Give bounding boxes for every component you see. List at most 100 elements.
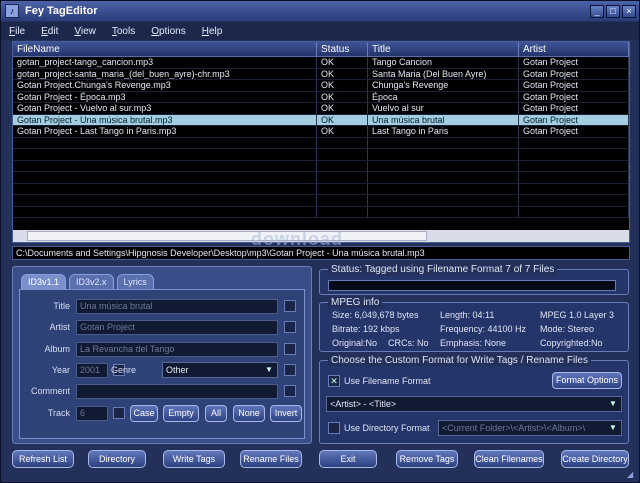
filename-format-value: <Artist> - <Title>	[330, 399, 397, 409]
artist-field[interactable]: Gotan Project	[76, 320, 278, 335]
cell-title: Last Tango in Paris	[368, 126, 519, 137]
mpeg-emphasis: Emphasis: None	[440, 338, 507, 348]
all-button[interactable]: All	[205, 405, 227, 422]
remove-tags-button[interactable]: Remove Tags	[396, 450, 458, 468]
empty-row	[13, 172, 629, 184]
create-directory-button[interactable]: Create Directory	[561, 450, 629, 468]
directory-button[interactable]: Directory	[88, 450, 146, 468]
tab-lyrics[interactable]: Lyrics	[116, 274, 154, 290]
album-field[interactable]: La Revancha del Tango	[76, 342, 278, 357]
track-label: Track	[47, 408, 70, 418]
cell-title: Chunga's Revenge	[368, 80, 519, 91]
write-tags-button[interactable]: Write Tags	[163, 450, 225, 468]
empty-row	[13, 149, 629, 161]
title-checkbox[interactable]	[284, 300, 296, 312]
custom-format-group: Choose the Custom Format for Write Tags …	[319, 355, 629, 444]
none-button[interactable]: None	[233, 405, 265, 422]
directory-format-value: <Current Folder>\<Artist>\<Album>\	[442, 423, 586, 433]
cell-artist: Gotan Project	[519, 91, 629, 102]
cell-filename: Gotan Project - Época.mp3	[13, 91, 317, 102]
cell-title: Una música brutal	[368, 114, 519, 125]
menu-tools[interactable]: Tools	[104, 26, 143, 37]
refresh-list-button[interactable]: Refresh List	[12, 450, 74, 468]
menu-edit[interactable]: Edit	[33, 26, 66, 37]
comment-checkbox[interactable]	[284, 385, 296, 397]
column-filename[interactable]: FileName	[13, 42, 317, 56]
table-row[interactable]: Gotan Project - Vuelvo al sur.mp3 OK Vuelv…	[13, 103, 629, 115]
table-row[interactable]: Gotan Project - Una música brutal.mp3 OK U…	[13, 114, 629, 126]
mpeg-size: Size: 6,049,678 bytes	[332, 310, 419, 320]
tab-id3v1[interactable]: ID3v1.1	[21, 274, 67, 290]
minimize-button[interactable]: _	[590, 4, 604, 18]
mpeg-version: MPEG 1.0 Layer 3	[540, 310, 615, 320]
column-title[interactable]: Title	[368, 42, 519, 56]
title-field[interactable]: Una música brutal	[76, 299, 278, 314]
genre-checkbox[interactable]	[284, 364, 296, 376]
id3v1-fields: Title Una música brutal Artist Gotan Pro…	[19, 289, 305, 439]
table-row[interactable]: gotan_project-tango_cancion.mp3 OK Tango C…	[13, 57, 629, 69]
cell-filename: Gotan Project - Vuelvo al sur.mp3	[13, 103, 317, 114]
menu-file[interactable]: File	[1, 26, 33, 37]
status-text: Status: Tagged using Filename Format 7 o…	[328, 264, 558, 275]
status-group: Status: Tagged using Filename Format 7 o…	[319, 264, 629, 295]
cell-artist: Gotan Project	[519, 114, 629, 125]
mpeg-info-title: MPEG info	[328, 297, 383, 308]
empty-row	[13, 137, 629, 149]
resize-grip-icon[interactable]: ◢	[627, 470, 637, 480]
menu-options[interactable]: Options	[143, 26, 193, 37]
mpeg-bitrate: Bitrate: 192 kbps	[332, 324, 400, 334]
comment-field[interactable]	[76, 384, 278, 399]
artist-checkbox[interactable]	[284, 321, 296, 333]
cell-artist: Gotan Project	[519, 103, 629, 114]
cell-filename: gotan_project-santa_maria_(del_buen_ayre…	[13, 68, 317, 79]
mpeg-original: Original:No	[332, 338, 378, 348]
column-status[interactable]: Status	[317, 42, 368, 56]
use-directory-label: Use Directory Format	[344, 423, 430, 433]
file-path-bar: C:\Documents and Settings\Hipgnosis Deve…	[12, 246, 630, 260]
chevron-down-icon: ▼	[609, 423, 617, 432]
genre-value: Other	[166, 365, 189, 375]
rename-files-button[interactable]: Rename Files	[240, 450, 302, 468]
close-button[interactable]: ×	[622, 4, 636, 18]
empty-row	[13, 206, 629, 218]
table-row[interactable]: Gotan Project.Chunga's Revenge.mp3 OK Chun…	[13, 80, 629, 92]
scrollbar-thumb[interactable]	[27, 231, 427, 241]
cell-title: Santa Maria (Del Buen Ayre)	[368, 68, 519, 79]
filename-format-dropdown[interactable]: <Artist> - <Title> ▼	[326, 396, 622, 412]
use-directory-checkbox[interactable]	[328, 422, 340, 434]
list-header: FileName Status Title Artist	[13, 42, 629, 57]
album-checkbox[interactable]	[284, 343, 296, 355]
empty-button[interactable]: Empty	[163, 405, 199, 422]
directory-format-dropdown[interactable]: <Current Folder>\<Artist>\<Album>\ ▼	[438, 420, 622, 436]
menu-view[interactable]: View	[66, 26, 104, 37]
table-row[interactable]: Gotan Project - Last Tango in Paris.mp3 O…	[13, 126, 629, 138]
track-checkbox[interactable]	[113, 407, 125, 419]
use-filename-checkbox[interactable]: ✕	[328, 375, 340, 387]
column-artist[interactable]: Artist	[519, 42, 629, 56]
cell-status: OK	[317, 114, 368, 125]
track-field[interactable]: 6	[76, 406, 108, 421]
album-label: Album	[44, 344, 70, 354]
cell-artist: Gotan Project	[519, 80, 629, 91]
mpeg-frequency: Frequency: 44100 Hz	[440, 324, 527, 334]
maximize-button[interactable]: □	[606, 4, 620, 18]
clean-filenames-button[interactable]: Clean Filenames	[474, 450, 544, 468]
tab-id3v2[interactable]: ID3v2.x	[69, 274, 114, 290]
app-icon: ♪	[5, 4, 19, 18]
mpeg-crcs: CRCs: No	[388, 338, 429, 348]
tag-panel: ID3v1.1 ID3v2.x Lyrics Title Una música …	[12, 266, 312, 444]
menu-help[interactable]: Help	[194, 26, 231, 37]
table-row[interactable]: gotan_project-santa_maria_(del_buen_ayre…	[13, 68, 629, 80]
genre-dropdown[interactable]: Other ▼	[162, 362, 278, 378]
cell-filename: Gotan Project - Una música brutal.mp3	[13, 114, 317, 125]
file-list[interactable]: FileName Status Title Artist gotan_proje…	[12, 41, 630, 243]
case-button[interactable]: Case	[130, 405, 158, 422]
invert-button[interactable]: Invert	[270, 405, 302, 422]
table-row[interactable]: Gotan Project - Época.mp3 OK Época Gotan Pr…	[13, 91, 629, 103]
custom-format-title: Choose the Custom Format for Write Tags …	[328, 355, 591, 366]
cell-artist: Gotan Project	[519, 68, 629, 79]
title-bar[interactable]: ♪ Fey TagEditor _ □ ×	[1, 1, 639, 21]
window-title: Fey TagEditor	[25, 5, 98, 17]
format-options-button[interactable]: Format Options	[552, 372, 622, 389]
exit-button[interactable]: Exit	[319, 450, 377, 468]
